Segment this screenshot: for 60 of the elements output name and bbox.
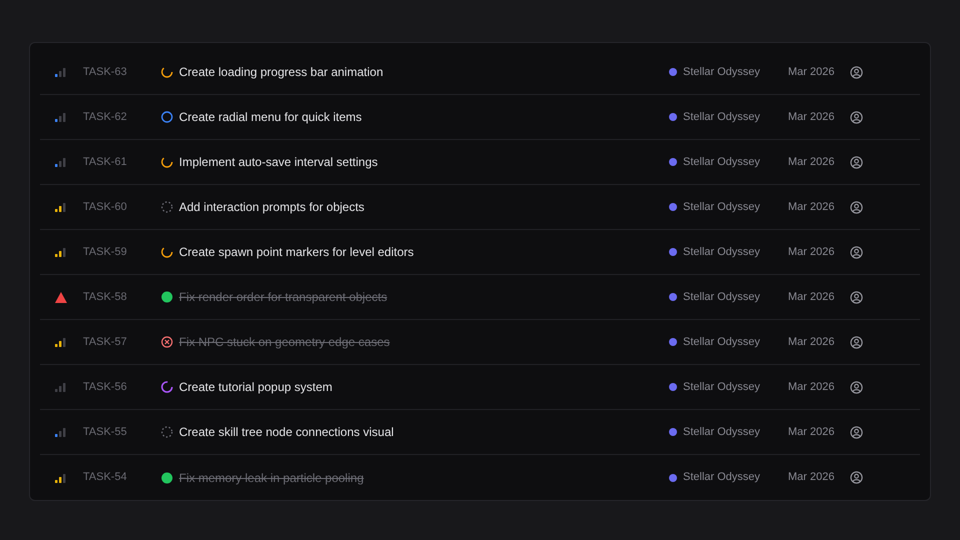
issue-row[interactable]: TASK-56 Create tutorial popup system Stellar Odyssey Mar 2026 bbox=[40, 365, 920, 410]
issue-id: TASK-56 bbox=[83, 380, 128, 395]
project-label: Stellar Odyssey bbox=[683, 200, 762, 215]
due-date: Mar 2026 bbox=[788, 470, 836, 486]
issue-row[interactable]: TASK-63 Create loading progress bar animation Stellar Odyssey Mar 2026 bbox=[40, 50, 920, 95]
user-avatar-icon[interactable] bbox=[850, 426, 863, 438]
user-avatar-icon[interactable] bbox=[850, 66, 863, 78]
issue-title: Create loading progress bar animation bbox=[179, 64, 384, 81]
issue-title: Fix render order for transparent objects bbox=[179, 289, 388, 306]
user-avatar-icon[interactable] bbox=[850, 156, 863, 168]
due-date: Mar 2026 bbox=[788, 334, 836, 350]
user-avatar-icon[interactable] bbox=[850, 246, 863, 258]
project-label: Stellar Odyssey bbox=[683, 470, 762, 486]
user-avatar-icon[interactable] bbox=[850, 290, 863, 304]
issue-row[interactable]: TASK-54 Fix memory leak in particle pooling Stellar Odyssey Mar 2026 bbox=[40, 455, 920, 500]
issue-title: Create radial menu for quick items bbox=[179, 109, 362, 126]
issue-title: Create tutorial popup system bbox=[179, 379, 332, 396]
issue-id: TASK-60 bbox=[83, 200, 128, 215]
issue-id: TASK-62 bbox=[83, 110, 128, 125]
issue-title: Create skill tree node connections visual bbox=[179, 424, 394, 441]
issue-row[interactable]: TASK-55 Create skill tree node connections visual Stellar Odyssey Mar 2026 bbox=[40, 410, 920, 455]
due-date: Mar 2026 bbox=[788, 154, 836, 170]
issue-id: TASK-54 bbox=[83, 470, 128, 486]
issue-id: TASK-63 bbox=[83, 64, 128, 80]
issue-row[interactable]: TASK-57 Fix NPC stuck on geometry edge cases Stellar Odyssey Mar 2026 bbox=[40, 320, 920, 365]
user-avatar-icon[interactable] bbox=[850, 471, 863, 484]
due-date: Mar 2026 bbox=[788, 64, 836, 80]
issue-row[interactable]: TASK-62 Create radial menu for quick items Stellar Odyssey Mar 2026 bbox=[40, 95, 920, 140]
project-label: Stellar Odyssey bbox=[683, 110, 762, 125]
issue-id: TASK-58 bbox=[83, 290, 128, 305]
issue-id: TASK-57 bbox=[83, 334, 128, 350]
user-avatar-icon[interactable] bbox=[850, 380, 863, 394]
due-date: Mar 2026 bbox=[788, 110, 836, 125]
user-avatar-icon[interactable] bbox=[850, 200, 863, 214]
user-avatar-icon[interactable] bbox=[850, 336, 863, 348]
issue-id: TASK-55 bbox=[83, 424, 128, 440]
due-date: Mar 2026 bbox=[788, 200, 836, 215]
due-date: Mar 2026 bbox=[788, 424, 836, 440]
due-date: Mar 2026 bbox=[788, 290, 836, 305]
project-label: Stellar Odyssey bbox=[683, 424, 762, 440]
project-label: Stellar Odyssey bbox=[683, 334, 762, 350]
issue-title: Fix memory leak in particle pooling bbox=[179, 470, 364, 486]
project-label: Stellar Odyssey bbox=[683, 154, 762, 170]
issue-id: TASK-61 bbox=[83, 154, 128, 170]
issue-row[interactable]: TASK-59 Create spawn point markers for level editors Stellar Odyssey Mar 2026 bbox=[40, 230, 920, 275]
project-label: Stellar Odyssey bbox=[683, 380, 762, 395]
project-label: Stellar Odyssey bbox=[683, 290, 762, 305]
due-date: Mar 2026 bbox=[788, 244, 836, 260]
issue-row[interactable]: TASK-60 Add interaction prompts for objects Stellar Odyssey Mar 2026 bbox=[40, 185, 920, 230]
issue-title: Create spawn point markers for level editors bbox=[179, 244, 414, 261]
issue-title: Fix NPC stuck on geometry edge cases bbox=[179, 334, 390, 351]
issue-row[interactable]: TASK-61 Implement auto-save interval settings Stellar Odyssey Mar 2026 bbox=[40, 140, 920, 185]
issue-title: Add interaction prompts for objects bbox=[179, 199, 364, 216]
user-avatar-icon[interactable] bbox=[850, 110, 863, 124]
due-date: Mar 2026 bbox=[788, 380, 836, 395]
project-label: Stellar Odyssey bbox=[683, 244, 762, 260]
issue-title: Implement auto-save interval settings bbox=[179, 154, 378, 171]
issue-id: TASK-59 bbox=[83, 244, 128, 260]
issue-row[interactable]: TASK-58 Fix render order for transparent objects Stellar Odyssey Mar 2026 bbox=[40, 275, 920, 320]
project-label: Stellar Odyssey bbox=[683, 64, 762, 80]
